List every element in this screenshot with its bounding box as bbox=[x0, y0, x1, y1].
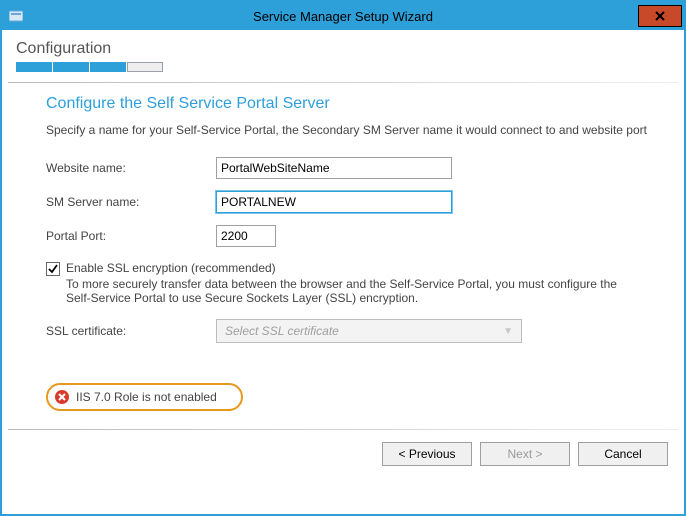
check-icon bbox=[47, 263, 59, 275]
ssl-certificate-row: SSL certificate: Select SSL certificate … bbox=[46, 319, 648, 343]
ssl-certificate-placeholder: Select SSL certificate bbox=[225, 324, 339, 338]
window-title: Service Manager Setup Wizard bbox=[2, 9, 684, 24]
ssl-certificate-label: SSL certificate: bbox=[46, 324, 216, 338]
progress-segment bbox=[53, 62, 89, 72]
chevron-down-icon: ▼ bbox=[503, 326, 513, 337]
progress-segment bbox=[127, 62, 163, 72]
titlebar: Service Manager Setup Wizard bbox=[2, 2, 684, 30]
error-callout: IIS 7.0 Role is not enabled bbox=[46, 383, 243, 411]
client-area: Configuration Configure the Self Service… bbox=[2, 30, 684, 514]
close-button[interactable] bbox=[638, 5, 682, 27]
portal-port-input[interactable] bbox=[216, 225, 276, 247]
enable-ssl-checkbox[interactable] bbox=[46, 262, 60, 276]
portal-port-label: Portal Port: bbox=[46, 229, 216, 243]
app-icon bbox=[8, 8, 24, 24]
portal-port-row: Portal Port: bbox=[46, 225, 648, 247]
enable-ssl-label: Enable SSL encryption (recommended) bbox=[66, 261, 626, 275]
error-message: IIS 7.0 Role is not enabled bbox=[76, 390, 217, 404]
sm-server-input[interactable] bbox=[216, 191, 452, 213]
website-name-input[interactable] bbox=[216, 157, 452, 179]
next-button-label: Next > bbox=[507, 447, 542, 461]
next-button[interactable]: Next > bbox=[480, 442, 570, 466]
error-icon bbox=[54, 389, 70, 405]
ssl-certificate-dropdown[interactable]: Select SSL certificate ▼ bbox=[216, 319, 522, 343]
ssl-description: To more securely transfer data between t… bbox=[66, 277, 626, 305]
website-name-row: Website name: bbox=[46, 157, 648, 179]
wizard-window: Service Manager Setup Wizard Configurati… bbox=[0, 0, 686, 516]
ssl-section: Enable SSL encryption (recommended) To m… bbox=[46, 261, 648, 343]
website-name-label: Website name: bbox=[46, 161, 216, 175]
progress-segment bbox=[16, 62, 52, 72]
cancel-button[interactable]: Cancel bbox=[578, 442, 668, 466]
progress-bar bbox=[16, 62, 670, 72]
sm-server-label: SM Server name: bbox=[46, 195, 216, 209]
stage-title: Configuration bbox=[16, 40, 670, 58]
wizard-page: Configure the Self Service Portal Server… bbox=[2, 83, 684, 423]
progress-segment bbox=[90, 62, 126, 72]
previous-button[interactable]: < Previous bbox=[382, 442, 472, 466]
sm-server-row: SM Server name: bbox=[46, 191, 648, 213]
cancel-button-label: Cancel bbox=[604, 447, 641, 461]
previous-button-label: < Previous bbox=[398, 447, 455, 461]
stage-header: Configuration bbox=[2, 30, 684, 76]
close-icon bbox=[655, 11, 665, 21]
page-title: Configure the Self Service Portal Server bbox=[46, 95, 648, 113]
page-description: Specify a name for your Self-Service Por… bbox=[46, 123, 648, 137]
wizard-footer: < Previous Next > Cancel bbox=[2, 430, 684, 480]
